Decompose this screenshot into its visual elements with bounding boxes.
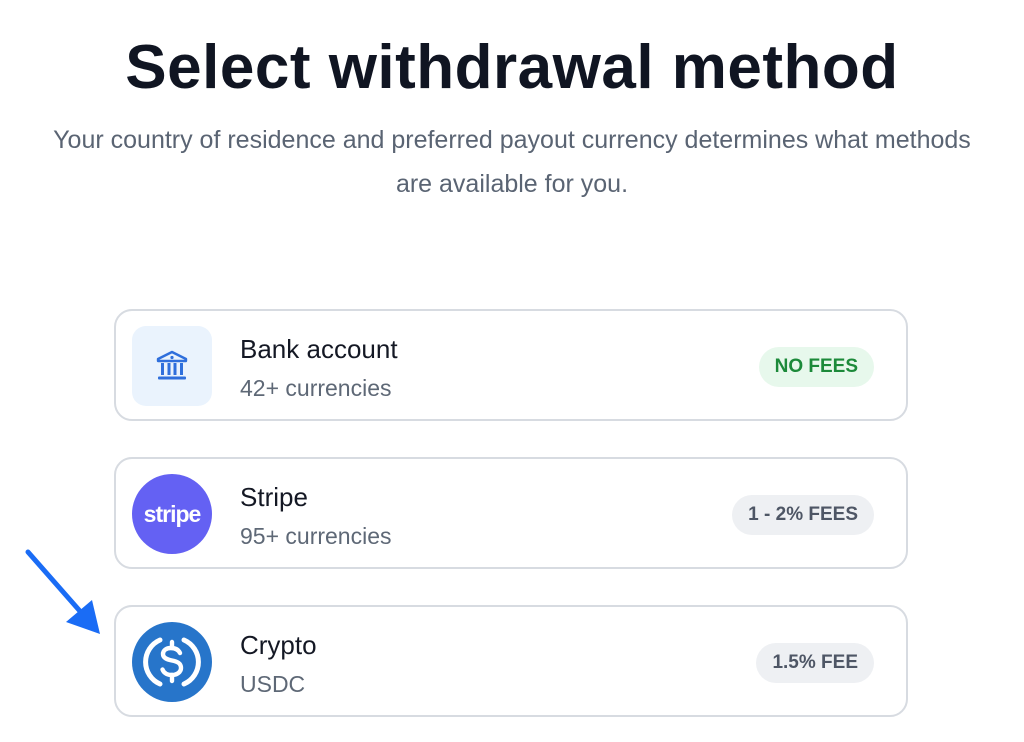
fee-badge: 1 - 2% FEES: [732, 495, 874, 535]
method-detail: 42+ currencies: [240, 375, 392, 401]
fee-badge: NO FEES: [758, 347, 874, 387]
pointer-arrow-icon: [25, 549, 100, 634]
fee-badge: 1.5% FEE: [756, 643, 874, 683]
method-card-stripe[interactable]: stripe Stripe 95+ currencies 1 - 2% FEES: [114, 457, 908, 569]
page-subtitle: Your country of residence and preferred …: [53, 126, 971, 198]
method-card-crypto[interactable]: Crypto USDC 1.5% FEE: [114, 605, 908, 717]
method-detail: USDC: [240, 671, 306, 697]
stripe-logo: stripe: [132, 474, 212, 554]
usdc-icon: [132, 622, 212, 702]
page-title: Select withdrawal method: [125, 33, 899, 102]
method-detail: 95+ currencies: [240, 523, 392, 549]
method-name: Crypto: [240, 630, 317, 660]
method-card-bank-account[interactable]: Bank account 42+ currencies NO FEES: [114, 309, 908, 421]
bank-icon: [132, 326, 212, 406]
withdrawal-method-page: Select withdrawal method Your country of…: [0, 0, 1024, 742]
method-name: Stripe: [240, 482, 308, 512]
method-name: Bank account: [240, 334, 398, 364]
